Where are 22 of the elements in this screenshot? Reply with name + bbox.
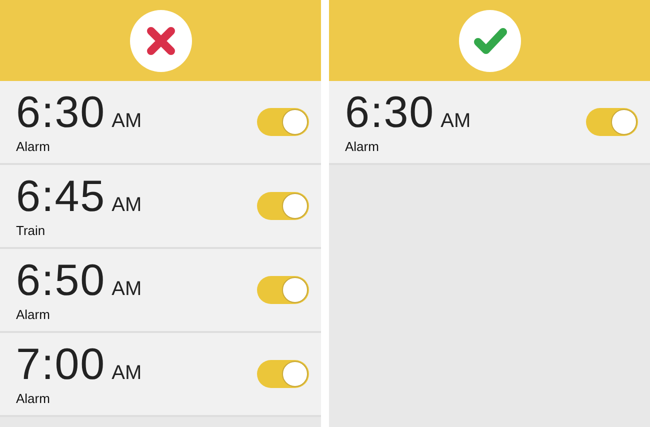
alarm-time: 6:30 — [345, 90, 435, 134]
alarm-time: 6:30 — [16, 90, 106, 134]
alarm-label: Alarm — [16, 390, 51, 406]
alarm-label: Alarm — [345, 138, 380, 154]
alarm-period: AM — [440, 110, 471, 132]
alarm-time: 7:00 — [16, 342, 106, 386]
alarm-period: AM — [112, 278, 142, 300]
checkmark-icon — [458, 10, 520, 72]
alarm-toggle[interactable] — [586, 108, 638, 136]
alarm-label: Alarm — [16, 306, 51, 322]
alarm-toggle[interactable] — [257, 108, 309, 136]
alarm-period: AM — [112, 194, 142, 216]
alarm-label: Alarm — [16, 138, 51, 154]
alarm-label: Train — [16, 222, 46, 238]
alarm-toggle[interactable] — [257, 360, 309, 388]
alarm-period: AM — [112, 110, 142, 132]
alarm-toggle[interactable] — [257, 192, 309, 220]
alarm-time: 6:45 — [16, 174, 106, 218]
alarm-time: 6:50 — [16, 258, 106, 302]
cross-icon — [130, 10, 192, 72]
alarm-toggle[interactable] — [257, 276, 309, 304]
alarm-period: AM — [112, 362, 142, 384]
